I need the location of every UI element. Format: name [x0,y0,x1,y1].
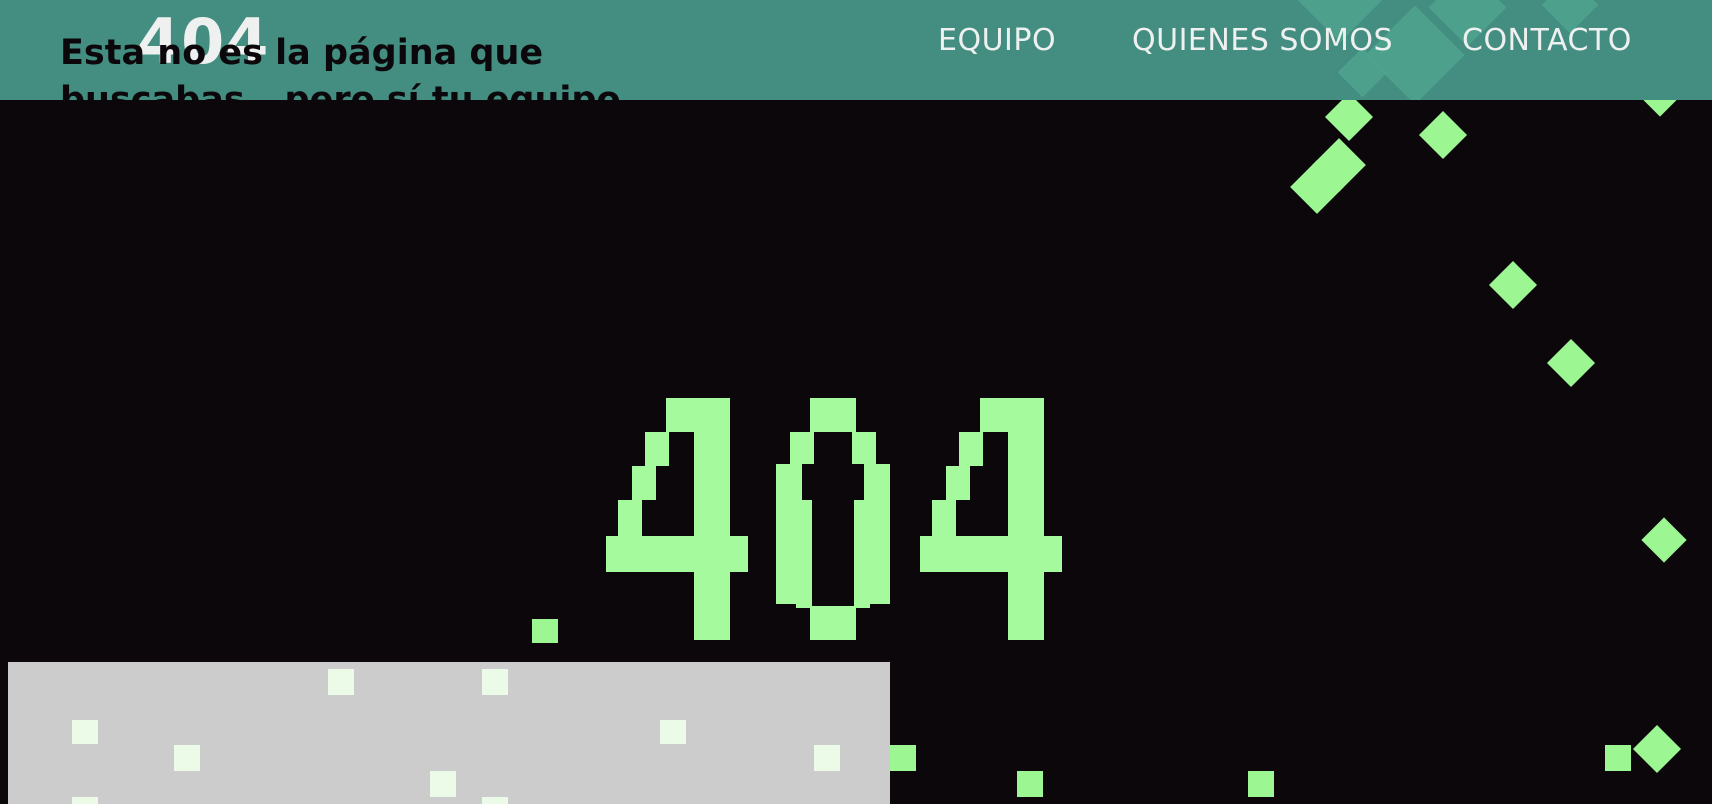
pixel-particle [482,669,508,695]
pixel-particle [1605,745,1631,771]
nav-item-quienes-somos[interactable]: QUIENES SOMOS [1132,22,1393,60]
pixel-particle [72,720,98,744]
error-message: Esta no es la página que buscabas...pero… [60,33,621,120]
pixel-particle [1017,771,1043,797]
pixel-particle [482,797,508,804]
digit-four-right [920,398,1062,640]
pixel-particle [532,619,558,643]
digit-four-left [606,398,748,640]
nav-item-contacto[interactable]: CONTACTO [1462,22,1632,60]
pixel-particle [1248,771,1274,797]
pixel-particle [328,669,354,695]
pixel-particle [72,797,98,804]
pixel-particle [174,745,200,771]
pixel-particle [660,720,686,744]
nav-item-equipo[interactable]: EQUIPO [938,22,1056,60]
pixel-particle [430,771,456,797]
pixel-particle [814,745,840,771]
pixel-particle [890,745,916,771]
digit-zero [776,398,890,640]
